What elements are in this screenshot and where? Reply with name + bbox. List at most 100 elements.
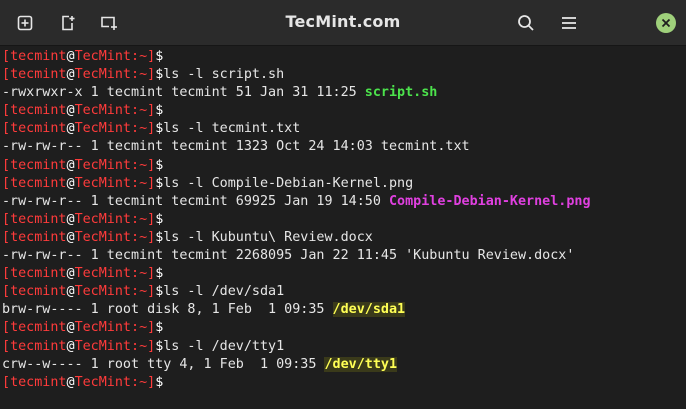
prompt-colon: : bbox=[131, 157, 140, 173]
prompt-bracket-open: [ bbox=[2, 284, 11, 300]
prompt-bracket-close: ] bbox=[147, 67, 156, 83]
prompt-host: TecMint bbox=[74, 157, 131, 173]
prompt-symbol: $ bbox=[155, 266, 164, 282]
prompt-symbol: $ bbox=[155, 211, 164, 227]
file-name: /dev/sda1 bbox=[332, 302, 406, 318]
prompt-bracket-open: [ bbox=[2, 103, 11, 119]
file-name: Compile-Debian-Kernel.png bbox=[388, 193, 591, 209]
listing-details: brw-rw---- 1 root disk 8, 1 Feb 1 09:35 bbox=[2, 302, 333, 318]
command-text: ls -l /dev/tty1 bbox=[163, 338, 285, 354]
prompt-user: tecmint bbox=[10, 229, 67, 245]
prompt-user: tecmint bbox=[10, 103, 67, 119]
prompt-user: tecmint bbox=[10, 121, 67, 137]
prompt-line: [tecmint@TecMint:~]$ls -l Compile-Debian… bbox=[2, 175, 686, 193]
prompt-colon: : bbox=[131, 229, 140, 245]
prompt-user: tecmint bbox=[10, 374, 67, 390]
prompt-host: TecMint bbox=[74, 266, 131, 282]
terminal-output[interactable]: [tecmint@TecMint:~]$ [tecmint@TecMint:~]$… bbox=[2, 48, 686, 409]
prompt-symbol: $ bbox=[155, 374, 164, 390]
prompt-host: TecMint bbox=[74, 229, 131, 245]
output-line: -rw-rw-r-- 1 tecmint tecmint 69925 Jan 1… bbox=[2, 193, 686, 211]
prompt-bracket-open: [ bbox=[2, 338, 11, 354]
prompt-path: ~ bbox=[139, 320, 148, 336]
listing-details: crw--w---- 1 root tty 4, 1 Feb 1 09:35 bbox=[2, 356, 325, 372]
prompt-line: [tecmint@TecMint:~]$ls -l /dev/sda1 bbox=[2, 283, 686, 301]
window-title: TecMint.com bbox=[285, 12, 401, 31]
prompt-bracket-open: [ bbox=[2, 374, 11, 390]
prompt-line: [tecmint@TecMint:~]$ bbox=[2, 48, 686, 66]
prompt-at: @ bbox=[66, 175, 75, 191]
prompt-user: tecmint bbox=[10, 338, 67, 354]
prompt-bracket-open: [ bbox=[2, 320, 11, 336]
close-icon bbox=[661, 18, 671, 28]
prompt-path: ~ bbox=[139, 338, 148, 354]
command-text: ls -l Kubuntu\ Review.docx bbox=[163, 229, 373, 245]
prompt-at: @ bbox=[66, 49, 75, 64]
prompt-bracket-open: [ bbox=[2, 49, 11, 64]
prompt-bracket-close: ] bbox=[147, 103, 156, 119]
prompt-bracket-close: ] bbox=[147, 320, 156, 336]
prompt-path: ~ bbox=[139, 121, 148, 137]
command-text: ls -l Compile-Debian-Kernel.png bbox=[163, 175, 414, 191]
prompt-bracket-close: ] bbox=[147, 121, 156, 137]
prompt-at: @ bbox=[66, 338, 75, 354]
prompt-line: [tecmint@TecMint:~]$ bbox=[2, 102, 686, 120]
prompt-colon: : bbox=[131, 284, 140, 300]
search-icon[interactable] bbox=[513, 11, 539, 35]
close-button[interactable] bbox=[656, 13, 676, 33]
title-bar: TecMint.com bbox=[0, 0, 686, 46]
prompt-colon: : bbox=[131, 211, 140, 227]
prompt-at: @ bbox=[66, 121, 75, 137]
prompt-line: [tecmint@TecMint:~]$ bbox=[2, 374, 686, 392]
prompt-bracket-open: [ bbox=[2, 157, 11, 173]
prompt-bracket-open: [ bbox=[2, 121, 11, 137]
prompt-user: tecmint bbox=[10, 175, 67, 191]
terminal-window: TecMint.com [tecmint@TecMint:~]$ [tecmint… bbox=[0, 0, 686, 409]
prompt-line: [tecmint@TecMint:~]$ls -l tecmint.txt bbox=[2, 120, 686, 138]
prompt-line: [tecmint@TecMint:~]$ls -l Kubuntu\ Revie… bbox=[2, 229, 686, 247]
prompt-path: ~ bbox=[139, 374, 148, 390]
prompt-at: @ bbox=[66, 211, 75, 227]
prompt-host: TecMint bbox=[74, 121, 131, 137]
prompt-user: tecmint bbox=[10, 211, 67, 227]
prompt-path: ~ bbox=[139, 284, 148, 300]
prompt-bracket-close: ] bbox=[147, 374, 156, 390]
prompt-bracket-close: ] bbox=[147, 266, 156, 282]
prompt-colon: : bbox=[131, 338, 140, 354]
prompt-user: tecmint bbox=[10, 266, 67, 282]
prompt-at: @ bbox=[66, 266, 75, 282]
prompt-at: @ bbox=[66, 320, 75, 336]
prompt-symbol: $ bbox=[155, 49, 164, 64]
file-name: script.sh bbox=[364, 85, 438, 101]
file-name: 'Kubuntu Review.docx' bbox=[405, 248, 575, 264]
prompt-symbol: $ bbox=[155, 320, 164, 336]
prompt-colon: : bbox=[131, 266, 140, 282]
prompt-user: tecmint bbox=[10, 67, 67, 83]
prompt-line: [tecmint@TecMint:~]$ls -l /dev/tty1 bbox=[2, 338, 686, 356]
prompt-user: tecmint bbox=[10, 320, 67, 336]
prompt-bracket-close: ] bbox=[147, 229, 156, 245]
prompt-symbol: $ bbox=[155, 103, 164, 119]
prompt-bracket-close: ] bbox=[147, 338, 156, 354]
prompt-user: tecmint bbox=[10, 49, 67, 64]
listing-details: -rw-rw-r-- 1 tecmint tecmint 69925 Jan 1… bbox=[2, 193, 389, 209]
prompt-user: tecmint bbox=[10, 157, 67, 173]
hamburger-menu-icon[interactable] bbox=[556, 11, 582, 35]
prompt-line: [tecmint@TecMint:~]$ bbox=[2, 319, 686, 337]
prompt-colon: : bbox=[131, 374, 140, 390]
prompt-host: TecMint bbox=[74, 49, 131, 64]
prompt-host: TecMint bbox=[74, 374, 131, 390]
prompt-colon: : bbox=[131, 320, 140, 336]
output-line: -rw-rw-r-- 1 tecmint tecmint 1323 Oct 24… bbox=[2, 138, 686, 156]
prompt-path: ~ bbox=[139, 67, 148, 83]
prompt-at: @ bbox=[66, 157, 75, 173]
prompt-colon: : bbox=[131, 103, 140, 119]
prompt-bracket-open: [ bbox=[2, 266, 11, 282]
prompt-colon: : bbox=[131, 67, 140, 83]
prompt-host: TecMint bbox=[74, 211, 131, 227]
prompt-host: TecMint bbox=[74, 175, 131, 191]
prompt-at: @ bbox=[66, 229, 75, 245]
prompt-bracket-open: [ bbox=[2, 211, 11, 227]
prompt-at: @ bbox=[66, 67, 75, 83]
listing-details: -rw-rw-r-- 1 tecmint tecmint 2268095 Jan… bbox=[2, 248, 406, 264]
